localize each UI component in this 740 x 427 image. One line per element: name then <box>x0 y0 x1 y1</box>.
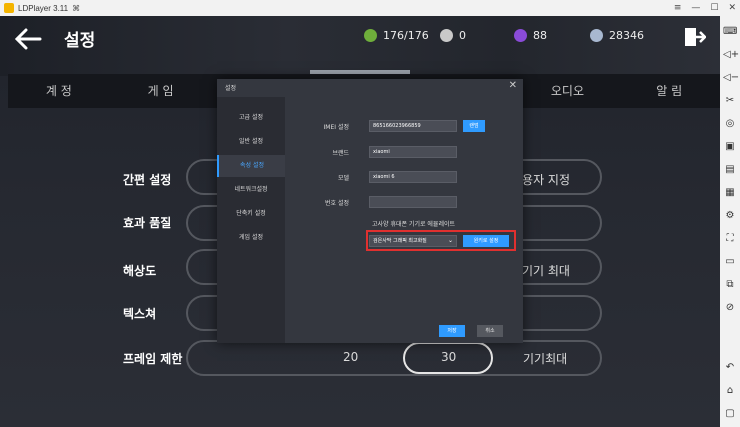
resource-gem: 88 <box>514 28 547 42</box>
gem-icon <box>514 28 527 42</box>
dialog-close-icon[interactable]: ✕ <box>509 80 517 91</box>
gem-value: 88 <box>533 28 547 42</box>
imei-input[interactable]: 865166023966859 <box>369 120 457 132</box>
settings-icon[interactable]: ⚙ <box>723 209 737 223</box>
emulate-device-text: 고사양 휴대폰 기기로 에뮬레이트 <box>372 221 456 228</box>
stamina-value: 176/176 <box>383 28 429 42</box>
record-icon[interactable]: ▤ <box>723 163 737 177</box>
resource-pearl: 0 <box>440 28 466 42</box>
red-highlight-box <box>366 230 516 251</box>
label-resolution: 해상도 <box>123 264 157 278</box>
maximize-icon[interactable]: ☐ <box>710 3 718 13</box>
page-title: 설정 <box>64 31 96 51</box>
exit-icon[interactable] <box>684 25 706 49</box>
tab-game[interactable]: 게 임 <box>110 74 212 108</box>
window-controls: ≡ — ☐ ✕ <box>674 0 736 16</box>
sidebar-item-network[interactable]: 네트워크설정 <box>217 179 285 201</box>
sidebar-item-game[interactable]: 게임 설정 <box>217 227 285 249</box>
label-simple-settings: 간편 설정 <box>123 173 172 187</box>
home-nav-icon[interactable]: ⌂ <box>723 384 737 398</box>
label-texture: 텍스쳐 <box>123 307 157 321</box>
window-title: LDPlayer 3.11 <box>18 3 69 13</box>
ldplayer-logo-icon <box>4 3 14 13</box>
scissors-icon[interactable]: ✂ <box>723 94 737 108</box>
cancel-button[interactable]: 취소 <box>477 325 503 337</box>
tab-notifications[interactable]: 알 림 <box>618 74 720 108</box>
volume-down-icon[interactable]: ◁− <box>723 71 739 85</box>
label-frame-limit: 프레임 제한 <box>123 352 183 366</box>
screenshot-icon[interactable]: ▣ <box>723 140 737 154</box>
brand-input[interactable]: xiaomi <box>369 146 457 158</box>
settings-dialog: 설정 ✕ 고급 설정 일반 설정 속성 설정 네트워크설정 단축키 설정 게임 … <box>217 79 523 343</box>
brand-label: 브랜드 <box>332 150 349 157</box>
phone-number-label: 번호 설정 <box>325 200 349 207</box>
sidebar-item-general[interactable]: 일반 설정 <box>217 131 285 153</box>
close-window-icon[interactable]: ✕ <box>728 3 736 13</box>
tab-account[interactable]: 계 정 <box>8 74 110 108</box>
pearl-value: 0 <box>459 28 466 42</box>
stamina-icon <box>364 28 377 42</box>
shake-icon[interactable]: ▭ <box>723 255 737 269</box>
pearl-icon <box>440 28 453 42</box>
model-label: 모델 <box>337 175 349 182</box>
option-frame-20[interactable]: 20 <box>343 350 358 364</box>
dialog-title: 설정 <box>225 85 237 92</box>
imei-random-button[interactable]: 랜덤 <box>463 120 485 132</box>
phone-number-input[interactable] <box>369 196 457 208</box>
label-effect-quality: 효과 품질 <box>123 216 172 230</box>
imei-label: IMEI 설정 <box>323 124 349 131</box>
option-frame-device-max[interactable]: 기기최대 <box>523 350 567 367</box>
multi-icon[interactable]: ⧉ <box>723 278 737 292</box>
back-arrow-icon[interactable] <box>14 28 42 50</box>
sidebar-item-shortcuts[interactable]: 단축키 설정 <box>217 203 285 225</box>
option-resolution-max[interactable]: 기기 최대 <box>522 262 570 279</box>
emulator-side-toolbar: ⌨ ◁+ ◁− ✂ ◎ ▣ ▤ ▦ ⚙ ⛶ ▭ ⧉ ⊘ ↶ ⌂ ▢ <box>720 16 740 427</box>
apk-icon[interactable]: ▦ <box>723 186 737 200</box>
coin-icon <box>590 28 603 42</box>
menu-icon[interactable]: ≡ <box>674 3 682 13</box>
option-frame-30[interactable]: 30 <box>441 350 456 364</box>
resource-coin: 28346 <box>590 28 644 42</box>
tab-audio[interactable]: 오디오 <box>517 74 619 108</box>
back-nav-icon[interactable]: ↶ <box>723 361 737 375</box>
minimize-icon[interactable]: — <box>691 3 700 13</box>
volume-up-icon[interactable]: ◁+ <box>723 48 739 62</box>
gamepad-icon[interactable]: ⌘ <box>72 4 80 13</box>
sidebar-item-advanced[interactable]: 고급 설정 <box>217 107 285 129</box>
model-input[interactable]: xiaomi 6 <box>369 171 457 183</box>
header-background <box>0 16 720 76</box>
emulator-title-bar: LDPlayer 3.11 ⌘ ≡ — ☐ ✕ <box>0 0 740 16</box>
recent-apps-icon[interactable]: ▢ <box>723 407 737 421</box>
shortcut-icon[interactable]: ⊘ <box>723 301 737 315</box>
fullscreen-icon[interactable]: ⛶ <box>723 232 737 246</box>
dialog-sidebar: 고급 설정 일반 설정 속성 설정 네트워크설정 단축키 설정 게임 설정 <box>217 97 285 343</box>
keyboard-icon[interactable]: ⌨ <box>723 25 737 39</box>
sidebar-item-properties[interactable]: 속성 설정 <box>217 155 285 177</box>
location-icon[interactable]: ◎ <box>723 117 737 131</box>
save-button[interactable]: 저장 <box>439 325 465 337</box>
resource-stamina: 176/176 <box>364 28 429 42</box>
coin-value: 28346 <box>609 28 644 42</box>
